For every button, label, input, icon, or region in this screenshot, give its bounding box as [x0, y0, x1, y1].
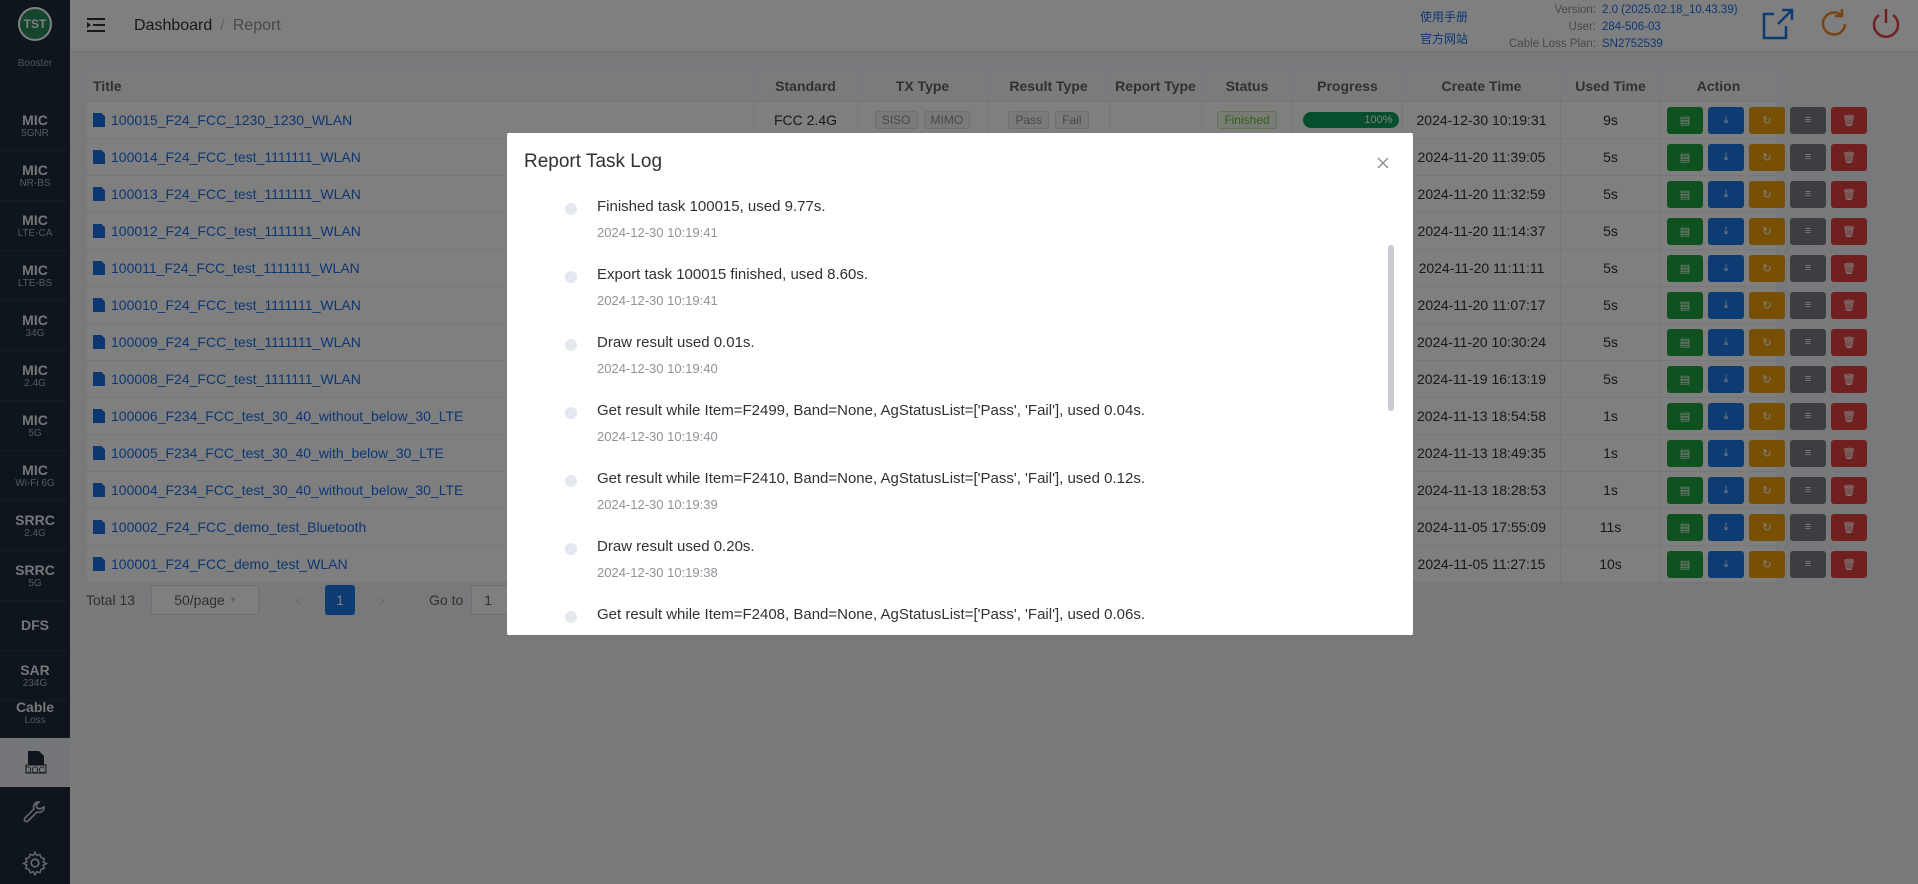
timeline-dot — [565, 339, 577, 351]
log-timestamp: 2024-12-30 10:19:41 — [597, 225, 718, 240]
log-message: Get result while Item=F2408, Band=None, … — [597, 606, 1146, 623]
timeline-dot — [565, 475, 577, 487]
timeline-dot — [565, 271, 577, 283]
close-icon[interactable] — [1375, 155, 1391, 171]
log-message: Finished task 100015, used 9.77s. — [597, 198, 826, 215]
report-task-log-dialog: Report Task Log Finished task 100015, us… — [507, 133, 1413, 635]
log-message: Get result while Item=F2499, Band=None, … — [597, 402, 1146, 419]
log-message: Get result while Item=F2410, Band=None, … — [597, 470, 1146, 487]
log-message: Export task 100015 finished, used 8.60s. — [597, 266, 869, 283]
log-message: Draw result used 0.01s. — [597, 334, 755, 351]
log-timestamp: 2024-12-30 10:19:38 — [597, 565, 718, 580]
log-scrollbar[interactable] — [1388, 245, 1394, 411]
timeline-dot — [565, 203, 577, 215]
log-timestamp: 2024-12-30 10:19:40 — [597, 429, 718, 444]
timeline-dot — [565, 543, 577, 555]
log-message: Draw result used 0.20s. — [597, 538, 755, 555]
timeline-dot — [565, 611, 577, 623]
log-timestamp: 2024-12-30 10:19:39 — [597, 497, 718, 512]
log-timestamp: 2024-12-30 10:19:40 — [597, 361, 718, 376]
timeline-dot — [565, 407, 577, 419]
log-timeline[interactable]: Finished task 100015, used 9.77s. 2024-12… — [507, 188, 1413, 635]
dialog-title: Report Task Log — [524, 151, 663, 172]
log-timestamp: 2024-12-30 10:19:41 — [597, 293, 718, 308]
